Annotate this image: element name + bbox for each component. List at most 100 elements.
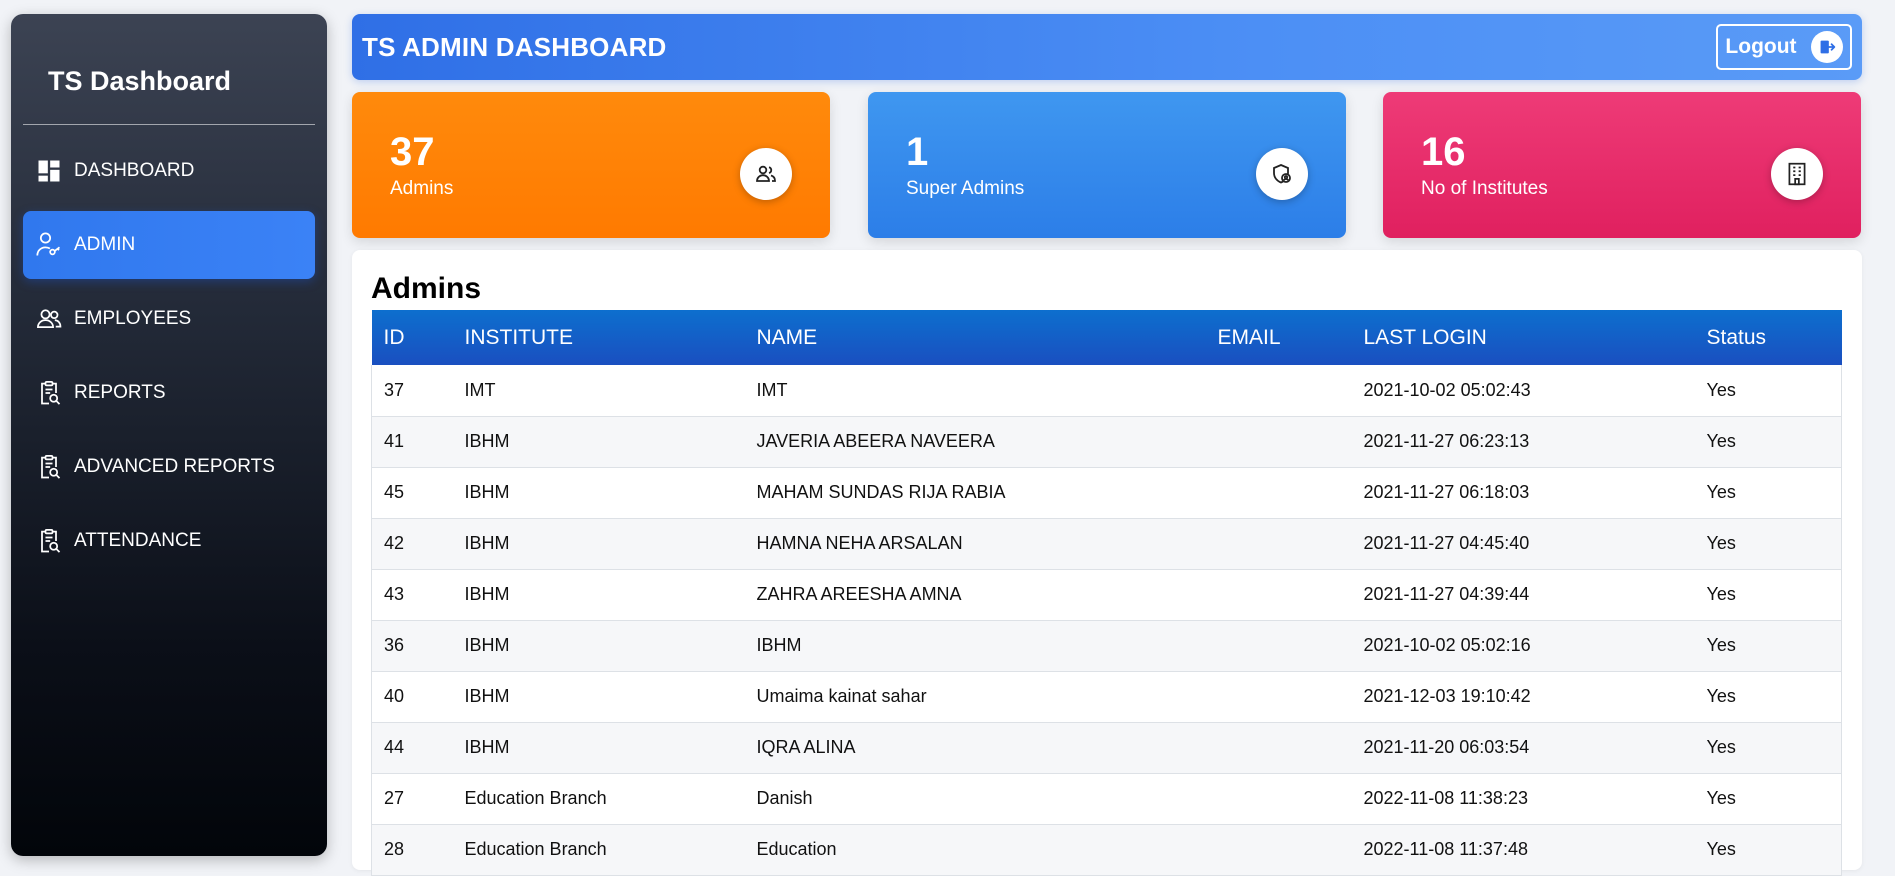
- cell-status: Yes: [1694, 620, 1842, 672]
- user-key-icon: [34, 230, 64, 260]
- users-icon: [740, 148, 792, 200]
- stat-value: 16: [1421, 130, 1466, 174]
- cell-last-login: 2021-12-03 19:10:42: [1351, 671, 1695, 723]
- cell-institute: IBHM: [452, 671, 745, 723]
- sidebar-item-employees[interactable]: EMPLOYEES: [23, 285, 315, 353]
- users-icon: [34, 304, 64, 334]
- cell-id: 36: [371, 620, 453, 672]
- shield-user-icon: [1256, 148, 1308, 200]
- cell-name: JAVERIA ABEERA NAVEERA: [744, 416, 1206, 468]
- stat-card-institutes: 16 No of Institutes: [1383, 92, 1861, 238]
- cell-institute: IBHM: [452, 569, 745, 621]
- cell-institute: IMT: [452, 365, 745, 417]
- cell-name: Education: [744, 824, 1206, 876]
- cell-last-login: 2022-11-08 11:37:48: [1351, 824, 1695, 876]
- stat-card-super-admins: 1 Super Admins: [868, 92, 1346, 238]
- cell-id: 44: [371, 722, 453, 774]
- cell-id: 28: [371, 824, 453, 876]
- cell-status: Yes: [1694, 467, 1842, 519]
- sidebar-item-dashboard[interactable]: DASHBOARD: [23, 137, 315, 205]
- cell-email: [1205, 671, 1352, 723]
- admins-table: ID INSTITUTE NAME EMAIL LAST LOGIN Statu…: [371, 310, 1842, 876]
- cell-id: 27: [371, 773, 453, 825]
- table-row[interactable]: 36 IBHM IBHM 2021-10-02 05:02:16 Yes: [371, 620, 1842, 672]
- cell-institute: IBHM: [452, 467, 745, 519]
- cell-status: Yes: [1694, 365, 1842, 417]
- cell-last-login: 2021-11-27 04:39:44: [1351, 569, 1695, 621]
- logout-label: Logout: [1725, 35, 1797, 58]
- column-header-last-login: LAST LOGIN: [1363, 325, 1487, 349]
- building-icon: [1771, 148, 1823, 200]
- brand-title: TS Dashboard: [48, 66, 232, 96]
- admins-panel: Admins ID INSTITUTE NAME EMAIL LAST LOGI…: [352, 250, 1862, 876]
- cell-name: IQRA ALINA: [744, 722, 1206, 774]
- cell-email: [1205, 365, 1352, 417]
- sidebar-item-label: ADVANCED REPORTS: [74, 456, 275, 477]
- cell-institute: IBHM: [452, 722, 745, 774]
- cell-email: [1205, 518, 1352, 570]
- cell-name: ZAHRA AREESHA AMNA: [744, 569, 1206, 621]
- cell-status: Yes: [1694, 671, 1842, 723]
- dashboard-grid-icon: [34, 156, 64, 186]
- table-row[interactable]: 28 Education Branch Education 2022-11-08 11…: [371, 824, 1842, 876]
- cell-name: Umaima kainat sahar: [744, 671, 1206, 723]
- cell-status: Yes: [1694, 722, 1842, 774]
- table-row[interactable]: 41 IBHM JAVERIA ABEERA NAVEERA 2021-11-27 0…: [371, 416, 1842, 468]
- cell-last-login: 2021-11-27 06:23:13: [1351, 416, 1695, 468]
- cell-institute: Education Branch: [452, 773, 745, 825]
- cell-status: Yes: [1694, 416, 1842, 468]
- cell-name: MAHAM SUNDAS RIJA RABIA: [744, 467, 1206, 519]
- table-row[interactable]: 45 IBHM MAHAM SUNDAS RIJA RABIA 2021-11-27 …: [371, 467, 1842, 519]
- stat-card-admins: 37 Admins: [352, 92, 830, 238]
- stat-label: Admins: [390, 178, 454, 199]
- cell-last-login: 2021-11-27 06:18:03: [1351, 467, 1695, 519]
- cell-name: IMT: [744, 365, 1206, 417]
- table-row[interactable]: 40 IBHM Umaima kainat sahar 2021-12-03 19:1…: [371, 671, 1842, 723]
- sidebar-item-admin[interactable]: ADMIN: [23, 211, 315, 279]
- table-row[interactable]: 42 IBHM HAMNA NEHA ARSALAN 2021-11-27 04:45…: [371, 518, 1842, 570]
- cell-email: [1205, 620, 1352, 672]
- cell-email: [1205, 773, 1352, 825]
- clipboard-search-icon: [34, 452, 64, 482]
- cell-id: 37: [371, 365, 453, 417]
- column-header-name: NAME: [756, 325, 818, 349]
- cell-id: 41: [371, 416, 453, 468]
- section-title: Admins: [371, 272, 482, 305]
- table-row[interactable]: 37 IMT IMT 2021-10-02 05:02:43 Yes: [371, 365, 1842, 417]
- sidebar-item-attendance[interactable]: ATTENDANCE: [23, 507, 315, 575]
- cell-name: IBHM: [744, 620, 1206, 672]
- sidebar-item-advanced-reports[interactable]: ADVANCED REPORTS: [23, 433, 315, 501]
- cell-last-login: 2021-11-27 04:45:40: [1351, 518, 1695, 570]
- table-header-row: ID INSTITUTE NAME EMAIL LAST LOGIN Statu…: [371, 310, 1842, 365]
- cell-name: Danish: [744, 773, 1206, 825]
- sidebar-item-label: ADMIN: [74, 234, 136, 255]
- sidebar-item-label: EMPLOYEES: [74, 308, 192, 329]
- table-row[interactable]: 44 IBHM IQRA ALINA 2021-11-20 06:03:54 Yes: [371, 722, 1842, 774]
- cell-status: Yes: [1694, 569, 1842, 621]
- sidebar-item-label: ATTENDANCE: [74, 530, 202, 551]
- table-row[interactable]: 43 IBHM ZAHRA AREESHA AMNA 2021-11-27 04:39…: [371, 569, 1842, 621]
- header-bar: TS ADMIN DASHBOARD Logout: [352, 14, 1862, 80]
- clipboard-search-icon: [34, 526, 64, 556]
- cell-last-login: 2022-11-08 11:38:23: [1351, 773, 1695, 825]
- sidebar: TS Dashboard DASHBOARD ADMIN EMPLOYEES R…: [11, 14, 327, 856]
- logout-button[interactable]: Logout: [1716, 24, 1852, 70]
- clipboard-search-icon: [34, 378, 64, 408]
- column-header-institute: INSTITUTE: [464, 325, 574, 349]
- cell-institute: IBHM: [452, 620, 745, 672]
- column-header-status: Status: [1706, 325, 1767, 349]
- cell-name: HAMNA NEHA ARSALAN: [744, 518, 1206, 570]
- sidebar-item-reports[interactable]: REPORTS: [23, 359, 315, 427]
- sidebar-item-label: REPORTS: [74, 382, 166, 403]
- cell-institute: IBHM: [452, 416, 745, 468]
- cell-id: 45: [371, 467, 453, 519]
- cell-email: [1205, 824, 1352, 876]
- column-header-email: EMAIL: [1217, 325, 1281, 349]
- logout-icon: [1810, 31, 1843, 63]
- cell-email: [1205, 569, 1352, 621]
- stat-label: No of Institutes: [1421, 178, 1548, 199]
- cell-id: 42: [371, 518, 453, 570]
- brand-divider: [23, 124, 315, 125]
- table-row[interactable]: 27 Education Branch Danish 2022-11-08 11:38…: [371, 773, 1842, 825]
- column-header-id: ID: [383, 325, 405, 349]
